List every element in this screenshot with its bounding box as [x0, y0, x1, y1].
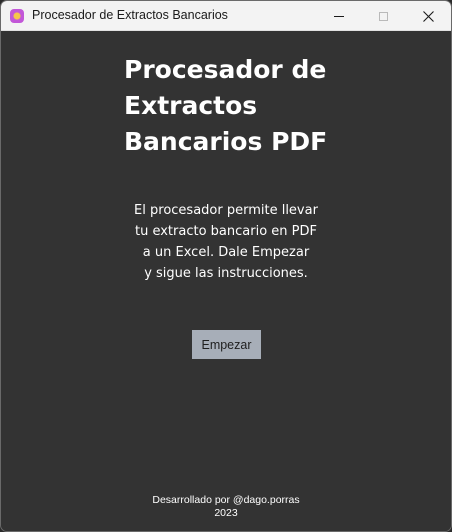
description-line: tu extracto bancario en PDF [135, 224, 317, 239]
description-text: El procesador permite llevar tu extracto… [111, 200, 341, 284]
footer-credit: Desarrollado por @dago.porras 2023 [101, 494, 351, 520]
start-button[interactable]: Empezar [192, 330, 261, 359]
maximize-button[interactable] [360, 1, 406, 31]
app-window: Procesador de Extractos Bancarios Proces… [0, 0, 452, 532]
description-line: El procesador permite llevar [134, 203, 318, 218]
minimize-icon [334, 15, 344, 17]
page-title-line: Bancarios PDF [124, 127, 328, 156]
description-line: a un Excel. Dale Empezar [142, 245, 310, 260]
main-content: Procesador de Extractos Bancarios PDF El… [1, 32, 451, 531]
window-title: Procesador de Extractos Bancarios [32, 8, 228, 22]
minimize-button[interactable] [316, 1, 362, 31]
maximize-icon [378, 11, 388, 21]
page-title-line: Procesador de [124, 55, 327, 84]
close-button[interactable] [405, 1, 451, 31]
description-line: y sigue las instrucciones. [144, 266, 308, 281]
footer-credit-text: Desarrollado por @dago.porras [152, 494, 300, 506]
footer-year: 2023 [214, 507, 238, 519]
app-icon [10, 9, 24, 23]
page-title-line: Extractos [124, 91, 258, 120]
close-icon [422, 10, 434, 22]
page-title: Procesador de Extractos Bancarios PDF [124, 52, 344, 160]
title-bar[interactable]: Procesador de Extractos Bancarios [1, 1, 451, 31]
